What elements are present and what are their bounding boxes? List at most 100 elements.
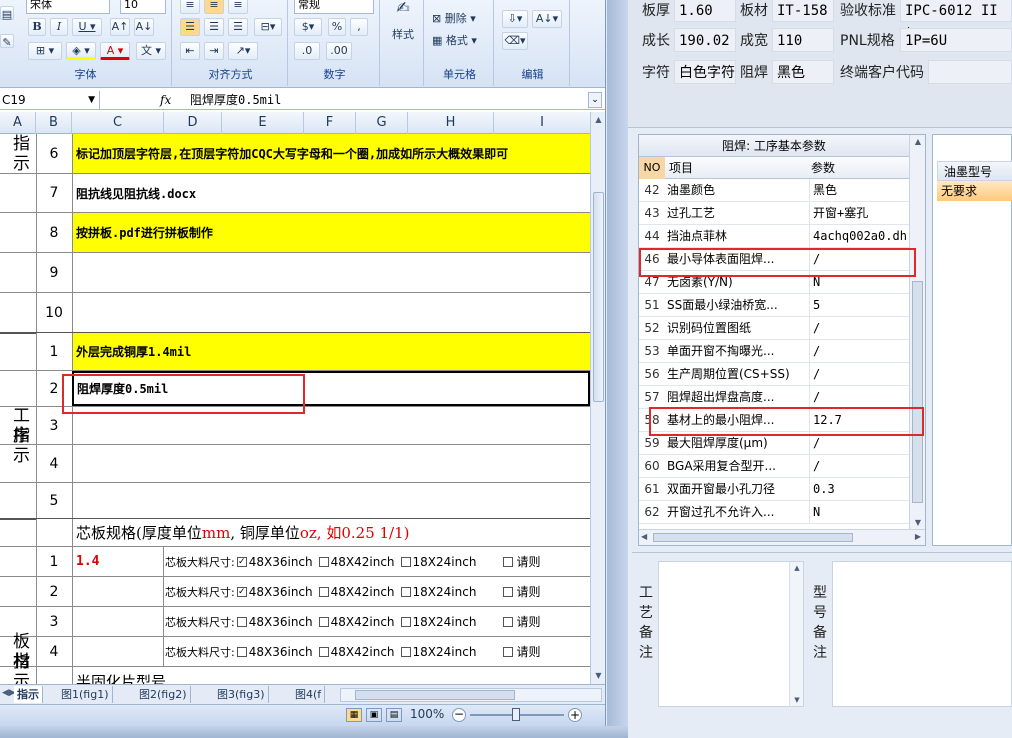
grow-font-button[interactable]: A↑: [110, 18, 130, 36]
scroll-up-icon[interactable]: ▲: [591, 112, 605, 128]
zoom-level[interactable]: 100%: [410, 707, 444, 721]
ink-model-value[interactable]: 无要求: [937, 181, 1012, 201]
ink-model-header[interactable]: 油墨型号: [937, 161, 1012, 181]
cell[interactable]: [72, 293, 590, 332]
field-solder-mask[interactable]: 黑色: [772, 60, 834, 84]
checkbox-18x24[interactable]: [400, 556, 411, 567]
core-thickness-cell[interactable]: 1.4: [72, 547, 164, 576]
parameter-row[interactable]: 43 过孔工艺 开窗+塞孔: [639, 202, 909, 225]
table-horizontal-scrollbar[interactable]: ◀ ▶: [639, 529, 925, 545]
cell[interactable]: [72, 483, 590, 518]
column-header-a[interactable]: A: [0, 112, 36, 134]
column-header-i[interactable]: I: [494, 112, 590, 134]
format-painter-icon[interactable]: ✎: [0, 34, 14, 49]
italic-button[interactable]: I: [50, 18, 68, 36]
parameter-row[interactable]: 62 开窗过孔不允许入... N: [639, 501, 909, 524]
column-header-g[interactable]: G: [356, 112, 408, 134]
parameter-row[interactable]: 52 识别码位置图纸 /: [639, 317, 909, 340]
checkbox-48x42[interactable]: [318, 646, 329, 657]
checkbox-18x24[interactable]: [400, 616, 411, 627]
bold-button[interactable]: B: [28, 18, 46, 36]
increase-decimal-button[interactable]: .0: [294, 42, 320, 60]
model-remark-textarea[interactable]: [832, 561, 1012, 707]
parameter-row[interactable]: 51 SS面最小绿油桥宽... 5: [639, 294, 909, 317]
field-acceptance[interactable]: IPC-6012 II级: [900, 0, 1012, 43]
column-header-f[interactable]: F: [304, 112, 356, 134]
fill-color-button[interactable]: ◈ ▾: [66, 42, 96, 60]
horizontal-scrollbar[interactable]: [340, 688, 602, 702]
find-button[interactable]: A↓▾: [532, 10, 562, 28]
font-name-combo[interactable]: 宋体: [26, 0, 110, 14]
parameter-row[interactable]: 44 挡油点菲林 4achq002a0.dh: [639, 225, 909, 248]
decrease-indent-button[interactable]: ⇤: [180, 42, 200, 60]
clear-button[interactable]: ⌫▾: [502, 32, 528, 50]
col-header-param[interactable]: 参数: [811, 157, 835, 179]
core-thickness-cell[interactable]: [72, 637, 164, 666]
table-scroll-thumb[interactable]: [912, 281, 923, 503]
borders-button[interactable]: ⊞ ▾: [28, 42, 62, 60]
checkbox-48x36[interactable]: [236, 646, 247, 657]
name-box[interactable]: C19 ▼: [0, 91, 100, 109]
parameter-row[interactable]: 53 单面开窗不掏曝光... /: [639, 340, 909, 363]
parameter-value[interactable]: 4achq002a0.dh: [809, 225, 909, 248]
checkbox-18x24[interactable]: [400, 646, 411, 657]
scroll-thumb[interactable]: [593, 192, 604, 402]
parameter-value[interactable]: /: [809, 340, 909, 363]
format-button[interactable]: ▦ 格式 ▾: [432, 32, 477, 48]
parameter-row[interactable]: 61 双面开窗最小孔刀径 0.3: [639, 478, 909, 501]
field-width[interactable]: 110: [772, 28, 834, 52]
checkbox-48x36[interactable]: ✓: [236, 556, 247, 567]
field-material[interactable]: IT-158: [772, 0, 834, 22]
font-color-button[interactable]: A ▾: [100, 42, 130, 60]
shrink-font-button[interactable]: A↓: [134, 18, 154, 36]
zoom-out-icon[interactable]: −: [452, 708, 466, 722]
align-top-button[interactable]: ≡: [180, 0, 200, 14]
checkbox-48x42[interactable]: [318, 586, 329, 597]
font-size-combo[interactable]: 10: [120, 0, 166, 14]
checkbox-48x36[interactable]: [236, 616, 247, 627]
checkbox-48x42[interactable]: [318, 616, 329, 627]
core-thickness-cell[interactable]: [72, 607, 164, 636]
field-board-thickness[interactable]: 1.60: [674, 0, 736, 22]
table-vertical-scrollbar[interactable]: ▲ ▼: [909, 135, 925, 529]
align-middle-button[interactable]: ≡: [204, 0, 224, 14]
sheet-tab-instructions[interactable]: 指示: [14, 686, 43, 703]
column-header-c[interactable]: C: [72, 112, 164, 134]
column-header-d[interactable]: D: [164, 112, 222, 134]
currency-button[interactable]: $▾: [294, 18, 322, 36]
col-header-item[interactable]: 项目: [669, 157, 693, 179]
field-pnl[interactable]: 1P=6U: [900, 28, 1012, 52]
checkbox-other[interactable]: [503, 556, 514, 567]
column-header-b[interactable]: B: [36, 112, 72, 134]
parameter-value[interactable]: /: [809, 317, 909, 340]
parameter-value[interactable]: N: [809, 501, 909, 524]
expand-formula-icon[interactable]: ⌄: [588, 92, 602, 108]
normal-view-icon[interactable]: ▦: [346, 708, 362, 722]
scroll-down-icon[interactable]: ▼: [591, 668, 605, 684]
phonetic-button[interactable]: 文 ▾: [136, 42, 166, 60]
sheet-tab-fig4[interactable]: 图4(f: [292, 686, 326, 703]
table-scroll-right-icon[interactable]: ▶: [915, 532, 921, 541]
cell[interactable]: 外层完成铜厚1.4mil: [72, 333, 590, 370]
page-break-icon[interactable]: ▤: [386, 708, 402, 722]
parameter-value[interactable]: /: [809, 363, 909, 386]
col-header-no[interactable]: NO: [639, 157, 665, 179]
percent-button[interactable]: %: [328, 18, 346, 36]
prepreg-header[interactable]: 半固化片型号: [72, 667, 590, 684]
cell[interactable]: [72, 445, 590, 482]
field-customer-code[interactable]: [928, 60, 1012, 84]
parameter-value[interactable]: /: [809, 386, 909, 409]
parameter-row[interactable]: 56 生产周期位置(CS+SS) /: [639, 363, 909, 386]
parameter-row[interactable]: 60 BGA采用复合型开... /: [639, 455, 909, 478]
table-scroll-up-icon[interactable]: ▲: [910, 137, 925, 146]
comma-button[interactable]: ,: [350, 18, 368, 36]
align-right-button[interactable]: ☰: [228, 18, 248, 36]
remark-scroll-up-icon[interactable]: ▲: [790, 564, 804, 572]
table-hscroll-thumb[interactable]: [653, 533, 853, 542]
checkbox-48x42[interactable]: [318, 556, 329, 567]
cell[interactable]: 标记加顶层字符层,在顶层字符加CQC大写字母和一个圈,加成如所示大概效果即可: [72, 134, 590, 173]
checkbox-other[interactable]: [503, 616, 514, 627]
zoom-in-icon[interactable]: +: [568, 708, 582, 722]
checkbox-18x24[interactable]: [400, 586, 411, 597]
cell[interactable]: 阻抗线见阻抗线.docx: [72, 174, 590, 212]
